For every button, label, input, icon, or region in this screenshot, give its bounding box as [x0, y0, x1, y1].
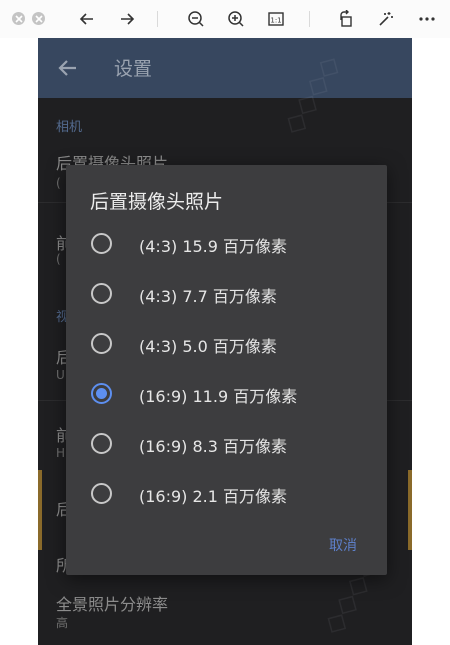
radio-button-checked[interactable]	[91, 383, 112, 404]
zoom-out-icon[interactable]	[185, 8, 207, 30]
forward-arrow-icon[interactable]	[116, 8, 138, 30]
rotate-icon[interactable]	[335, 8, 357, 30]
minimize-dot-icon[interactable]	[32, 12, 45, 25]
radio-option-label: (4:3) 5.0 百万像素	[139, 337, 277, 356]
setting-rear-photo-sub: (	[56, 176, 61, 190]
back-arrow-icon[interactable]	[56, 56, 80, 80]
radio-button[interactable]	[91, 283, 112, 304]
side-accent-right	[408, 470, 412, 550]
dialog-title: 后置摄像头照片	[90, 191, 224, 213]
setting-front-photo-sub: (	[56, 252, 61, 266]
radio-option-label: (4:3) 15.9 百万像素	[139, 237, 288, 256]
zoom-in-icon[interactable]	[225, 8, 247, 30]
section-label-camera: 相机	[56, 120, 83, 135]
radio-button[interactable]	[91, 333, 112, 354]
radio-button[interactable]	[91, 433, 112, 454]
page-title: 设置	[114, 58, 153, 80]
radio-option[interactable]: (16:9) 8.3 百万像素	[66, 421, 387, 467]
radio-option-selected[interactable]: (16:9) 11.9 百万像素	[66, 371, 387, 417]
setting-panorama-sub: 高	[56, 616, 69, 630]
cancel-button[interactable]: 取消	[329, 535, 357, 555]
magic-wand-icon[interactable]	[375, 8, 397, 30]
radio-option[interactable]: (4:3) 15.9 百万像素	[66, 221, 387, 267]
actual-size-icon[interactable]: 1:1	[265, 8, 287, 30]
app-bar: 设置	[38, 38, 412, 98]
toolbar-divider	[157, 11, 158, 27]
actual-size-label: 1:1	[270, 17, 281, 25]
side-accent-left	[38, 470, 42, 550]
radio-option-label: (4:3) 7.7 百万像素	[139, 287, 277, 306]
radio-option-label: (16:9) 2.1 百万像素	[139, 487, 288, 506]
setting-rear-video-sub: U	[56, 368, 65, 382]
back-arrow-icon[interactable]	[76, 8, 98, 30]
setting-panorama-title[interactable]: 全景照片分辨率	[56, 591, 168, 615]
radio-button[interactable]	[91, 233, 112, 254]
radio-option[interactable]: (4:3) 5.0 百万像素	[66, 321, 387, 367]
radio-option[interactable]: (4:3) 7.7 百万像素	[66, 271, 387, 317]
setting-front-video-sub: H	[56, 446, 66, 460]
radio-button[interactable]	[91, 483, 112, 504]
more-icon[interactable]	[416, 8, 438, 30]
radio-option-label: (16:9) 11.9 百万像素	[139, 387, 298, 406]
viewer-toolbar: 1:1	[0, 0, 450, 38]
radio-option-label: (16:9) 8.3 百万像素	[139, 437, 288, 456]
close-dot-icon[interactable]	[12, 12, 25, 25]
toolbar-divider	[309, 11, 310, 27]
radio-option[interactable]: (16:9) 2.1 百万像素	[66, 471, 387, 517]
photo-resolution-dialog: 后置摄像头照片 (4:3) 15.9 百万像素 (4:3) 7.7 百万像素 (…	[66, 165, 387, 575]
